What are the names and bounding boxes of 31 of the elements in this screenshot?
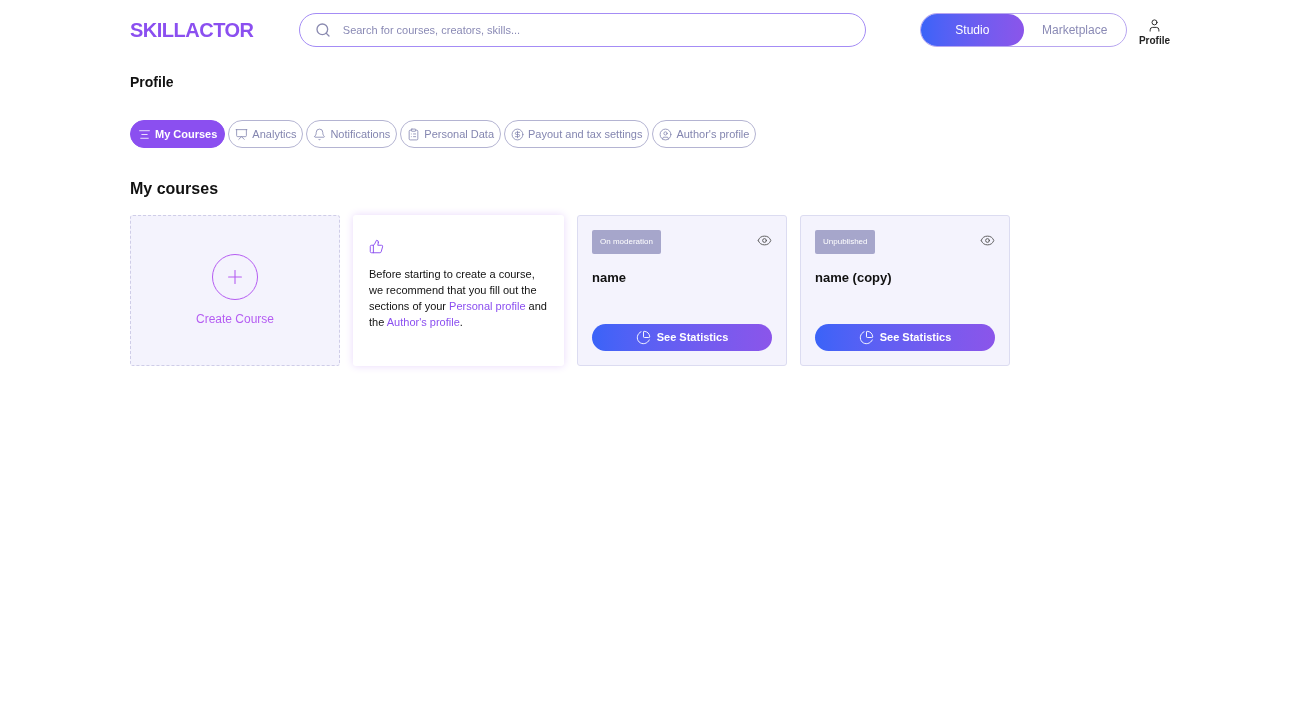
profile-button[interactable]: Profile [1138, 18, 1170, 48]
tip-text: Before starting to create a course, we recommend that you fill out the sections of your Personal profile and the Author's profile. [369, 267, 548, 330]
see-statistics-button[interactable]: See Statistics [815, 324, 995, 351]
dollar-icon [511, 127, 525, 141]
create-course-card[interactable]: Create Course [130, 215, 340, 366]
clipboard-icon [407, 127, 421, 141]
page-title: Profile [130, 73, 175, 92]
presentation-board-icon [235, 127, 249, 141]
logo: SKILLACTOR [130, 18, 255, 43]
lines-icon [138, 127, 151, 141]
user-icon [1146, 18, 1162, 33]
search-icon [314, 22, 331, 38]
search-field[interactable]: Search for courses, creators, skills... [298, 13, 867, 47]
mode-tab[interactable]: Studio [921, 14, 1024, 46]
bell-icon [313, 127, 327, 141]
course-name: name [592, 269, 627, 287]
see-statistics-button[interactable]: See Statistics [592, 324, 772, 351]
mode-tab[interactable]: Marketplace [1023, 14, 1126, 46]
pie-chart-icon [858, 330, 874, 345]
user-circle-icon [659, 127, 673, 141]
eye-icon[interactable] [757, 233, 772, 248]
eye-icon[interactable] [980, 233, 995, 248]
thumbs-up-icon [369, 239, 384, 254]
profile-tab[interactable]: My Courses [130, 120, 226, 148]
course-name: name (copy) [815, 269, 893, 287]
status-badge: Unpublished [815, 230, 876, 254]
personal-profile-link[interactable]: Personal profile [449, 300, 526, 312]
pie-chart-icon [635, 330, 651, 345]
section-title: My courses [130, 179, 220, 199]
status-badge: On moderation [592, 230, 661, 254]
authors-profile-link[interactable]: Author's profile [386, 316, 460, 328]
